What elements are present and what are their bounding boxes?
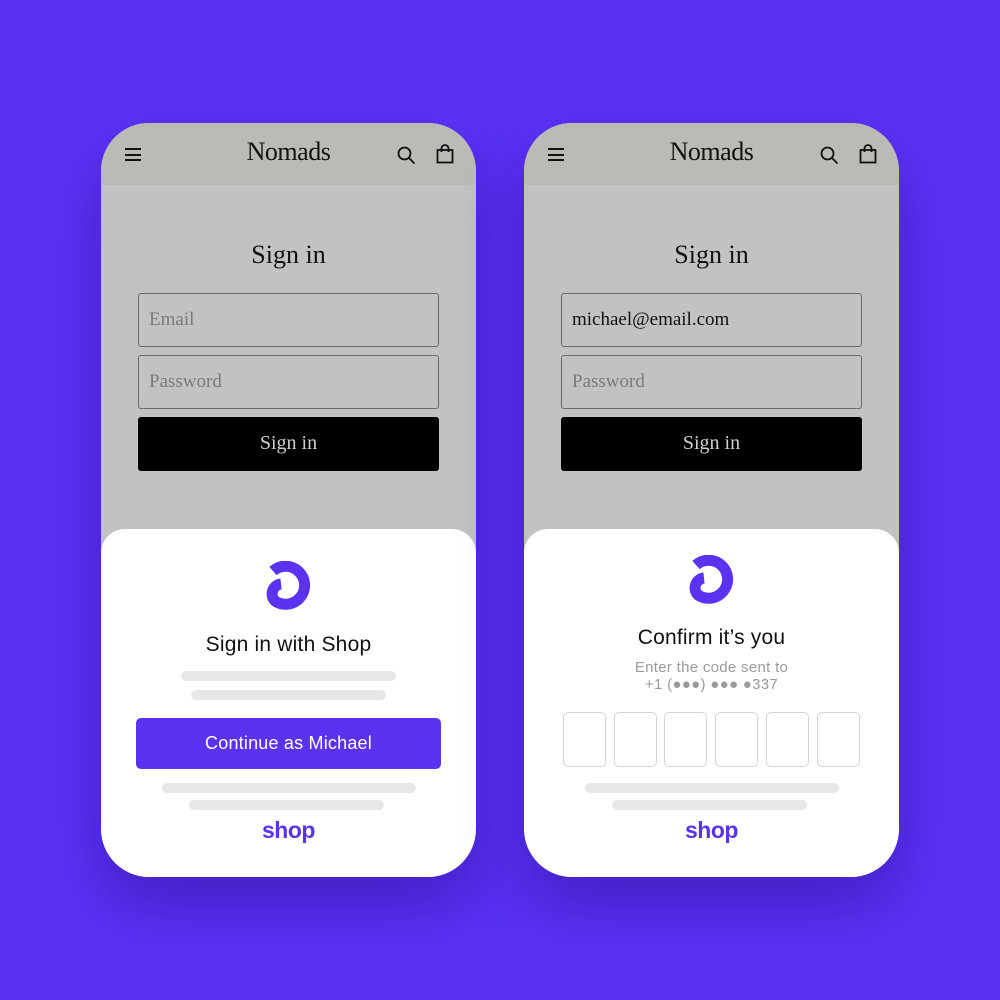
verification-code-input <box>563 712 860 768</box>
shop-confirm-sheet: Confirm it’s you Enter the code sent to … <box>524 529 899 877</box>
code-digit-input[interactable] <box>614 712 657 767</box>
phone-screen-sign-in-with-shop: Nomads Sign in Email Password Sign in Si… <box>101 123 476 877</box>
shop-sign-in-sheet: Sign in with Shop Continue as Michael sh… <box>101 529 476 877</box>
store-header: Nomads <box>524 123 899 185</box>
password-field[interactable]: Password <box>561 355 862 409</box>
shop-logo-icon <box>266 561 311 610</box>
search-icon[interactable] <box>396 145 416 165</box>
code-digit-input[interactable] <box>817 712 860 767</box>
continue-as-button[interactable]: Continue as Michael <box>136 718 441 769</box>
password-field[interactable]: Password <box>138 355 439 409</box>
skeleton-line <box>181 671 396 681</box>
code-digit-input[interactable] <box>766 712 809 767</box>
store-header: Nomads <box>101 123 476 185</box>
code-instructions-line: Enter the code sent to <box>634 659 789 676</box>
phone-screen-confirm-code: Nomads Sign in michael@email.com Passwor… <box>524 123 899 877</box>
sign-in-heading: Sign in <box>251 240 326 269</box>
search-icon[interactable] <box>819 145 839 165</box>
code-instructions: Enter the code sent to +1 (●●●) ●●● ●337 <box>524 659 899 693</box>
email-field[interactable]: Email <box>138 293 439 347</box>
shop-logo-icon <box>689 555 734 604</box>
code-digit-input[interactable] <box>563 712 606 767</box>
sign-in-heading: Sign in <box>674 240 749 269</box>
masked-phone-number: +1 (●●●) ●●● ●337 <box>644 676 779 693</box>
shop-wordmark-logo: shop <box>262 817 315 843</box>
skeleton-line <box>585 783 839 793</box>
bag-icon[interactable] <box>436 144 454 164</box>
skeleton-line <box>162 783 416 793</box>
code-digit-input[interactable] <box>715 712 758 767</box>
shop-wordmark-logo: shop <box>685 817 738 843</box>
skeleton-line <box>612 800 807 810</box>
skeleton-line <box>191 690 386 700</box>
bag-icon[interactable] <box>859 144 877 164</box>
sheet-title: Confirm it’s you <box>637 626 786 649</box>
store-logo[interactable]: Nomads <box>524 137 899 167</box>
email-field[interactable]: michael@email.com <box>561 293 862 347</box>
sign-in-button[interactable]: Sign in <box>138 417 439 471</box>
sheet-title: Sign in with Shop <box>205 633 372 656</box>
store-logo[interactable]: Nomads <box>101 137 476 167</box>
code-digit-input[interactable] <box>664 712 707 767</box>
skeleton-line <box>189 800 384 810</box>
sign-in-button[interactable]: Sign in <box>561 417 862 471</box>
